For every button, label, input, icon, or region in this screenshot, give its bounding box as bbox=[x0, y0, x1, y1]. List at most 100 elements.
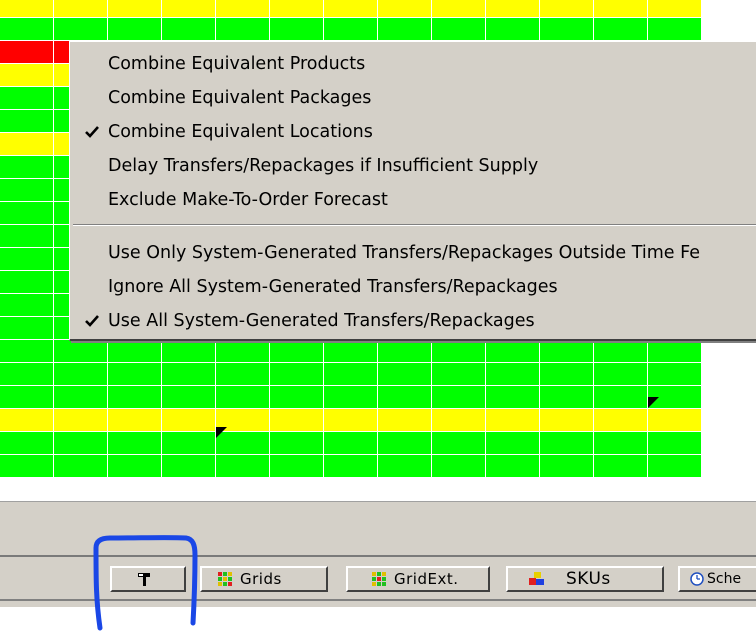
grid-cell[interactable] bbox=[540, 363, 594, 386]
grid-cell[interactable] bbox=[54, 340, 108, 363]
grid-cell[interactable] bbox=[594, 0, 648, 18]
grid-cell[interactable] bbox=[54, 409, 108, 432]
menu-item-combine-locations[interactable]: Combine Equivalent Locations bbox=[70, 115, 756, 149]
grid-cell[interactable] bbox=[162, 409, 216, 432]
grid-cell[interactable] bbox=[108, 386, 162, 409]
grid-cell[interactable] bbox=[378, 432, 432, 455]
grid-cell[interactable] bbox=[108, 18, 162, 41]
grid-cell[interactable] bbox=[162, 386, 216, 409]
grid-cell[interactable] bbox=[378, 340, 432, 363]
menu-item-delay-transfers[interactable]: Delay Transfers/Repackages if Insufficie… bbox=[70, 149, 756, 183]
grid-cell[interactable] bbox=[648, 0, 702, 18]
grid-cell[interactable] bbox=[270, 409, 324, 432]
grid-cell[interactable] bbox=[108, 455, 162, 478]
tab-skus-button[interactable]: SKUs bbox=[506, 566, 664, 592]
grid-cell[interactable] bbox=[324, 432, 378, 455]
tab-gridext-button[interactable]: GridExt. bbox=[346, 566, 490, 592]
grid-cell[interactable] bbox=[540, 455, 594, 478]
grid-cell[interactable] bbox=[216, 363, 270, 386]
grid-cell[interactable] bbox=[486, 455, 540, 478]
grid-cell[interactable] bbox=[432, 386, 486, 409]
grid-cell[interactable] bbox=[540, 18, 594, 41]
grid-cell[interactable] bbox=[216, 455, 270, 478]
grid-cell[interactable] bbox=[594, 432, 648, 455]
grid-cell[interactable] bbox=[648, 409, 702, 432]
grid-cell[interactable] bbox=[0, 363, 54, 386]
grid-cell[interactable] bbox=[54, 0, 108, 18]
grid-cell[interactable] bbox=[162, 363, 216, 386]
grid-cell[interactable] bbox=[540, 340, 594, 363]
grid-cell[interactable] bbox=[108, 340, 162, 363]
menu-item-combine-products[interactable]: Combine Equivalent Products bbox=[70, 47, 756, 81]
grid-cell[interactable] bbox=[540, 409, 594, 432]
grid-cell[interactable] bbox=[54, 363, 108, 386]
grid-cell[interactable] bbox=[0, 225, 54, 248]
grid-cell[interactable] bbox=[486, 18, 540, 41]
grid-cell[interactable] bbox=[648, 340, 702, 363]
grid-cell[interactable] bbox=[270, 340, 324, 363]
grid-cell[interactable] bbox=[0, 18, 54, 41]
grid-cell[interactable] bbox=[432, 363, 486, 386]
grid-cell[interactable] bbox=[270, 363, 324, 386]
grid-cell[interactable] bbox=[648, 363, 702, 386]
grid-cell[interactable] bbox=[324, 409, 378, 432]
grid-cell[interactable] bbox=[540, 386, 594, 409]
grid-cell[interactable] bbox=[0, 110, 54, 133]
grid-cell[interactable] bbox=[486, 363, 540, 386]
grid-cell[interactable] bbox=[378, 0, 432, 18]
grid-cell[interactable] bbox=[216, 340, 270, 363]
grid-cell[interactable] bbox=[594, 455, 648, 478]
grid-cell[interactable] bbox=[162, 340, 216, 363]
grid-cell[interactable] bbox=[0, 409, 54, 432]
grid-cell[interactable] bbox=[432, 432, 486, 455]
grid-cell[interactable] bbox=[0, 41, 54, 64]
grid-cell[interactable] bbox=[432, 455, 486, 478]
grid-cell[interactable] bbox=[378, 455, 432, 478]
grid-cell[interactable] bbox=[0, 0, 54, 18]
grid-cell[interactable] bbox=[108, 409, 162, 432]
grid-cell[interactable] bbox=[108, 0, 162, 18]
grid-cell[interactable] bbox=[0, 156, 54, 179]
grid-cell[interactable] bbox=[0, 133, 54, 156]
grid-cell[interactable] bbox=[270, 455, 324, 478]
menu-item-exclude-mto-forecast[interactable]: Exclude Make-To-Order Forecast bbox=[70, 183, 756, 217]
grid-cell[interactable] bbox=[270, 386, 324, 409]
menu-item-use-all-system-transfers[interactable]: Use All System-Generated Transfers/Repac… bbox=[70, 304, 756, 338]
menu-item-use-only-system-transfers[interactable]: Use Only System-Generated Transfers/Repa… bbox=[70, 236, 756, 270]
grid-cell[interactable] bbox=[0, 271, 54, 294]
grid-cell[interactable] bbox=[0, 340, 54, 363]
grid-cell[interactable] bbox=[108, 432, 162, 455]
grid-cell[interactable] bbox=[378, 363, 432, 386]
grid-cell[interactable] bbox=[0, 64, 54, 87]
grid-cell[interactable] bbox=[540, 0, 594, 18]
grid-cell[interactable] bbox=[0, 432, 54, 455]
grid-cell[interactable] bbox=[594, 363, 648, 386]
grid-cell[interactable] bbox=[54, 432, 108, 455]
grid-cell[interactable] bbox=[486, 432, 540, 455]
grid-cell[interactable] bbox=[378, 18, 432, 41]
grid-cell[interactable] bbox=[648, 18, 702, 41]
grid-cell[interactable] bbox=[594, 409, 648, 432]
grid-cell[interactable] bbox=[648, 455, 702, 478]
grid-cell[interactable] bbox=[162, 0, 216, 18]
grid-cell[interactable] bbox=[162, 432, 216, 455]
grid-cell[interactable] bbox=[324, 363, 378, 386]
grid-cell[interactable] bbox=[486, 409, 540, 432]
grid-cell[interactable] bbox=[108, 363, 162, 386]
tab-schedule-button[interactable]: Sche bbox=[678, 566, 756, 592]
grid-cell[interactable] bbox=[432, 409, 486, 432]
grid-cell[interactable] bbox=[216, 18, 270, 41]
grid-cell[interactable] bbox=[594, 340, 648, 363]
grid-cell[interactable] bbox=[324, 455, 378, 478]
grid-cell[interactable] bbox=[432, 18, 486, 41]
grid-cell[interactable] bbox=[0, 87, 54, 110]
grid-cell[interactable] bbox=[432, 0, 486, 18]
grid-cell[interactable] bbox=[270, 0, 324, 18]
grid-cell[interactable] bbox=[324, 0, 378, 18]
grid-cell[interactable] bbox=[324, 18, 378, 41]
grid-cell[interactable] bbox=[432, 340, 486, 363]
grid-cell[interactable] bbox=[648, 432, 702, 455]
tab-grids-button[interactable]: Grids bbox=[200, 566, 328, 592]
grid-cell[interactable] bbox=[324, 386, 378, 409]
grid-cell[interactable] bbox=[594, 18, 648, 41]
